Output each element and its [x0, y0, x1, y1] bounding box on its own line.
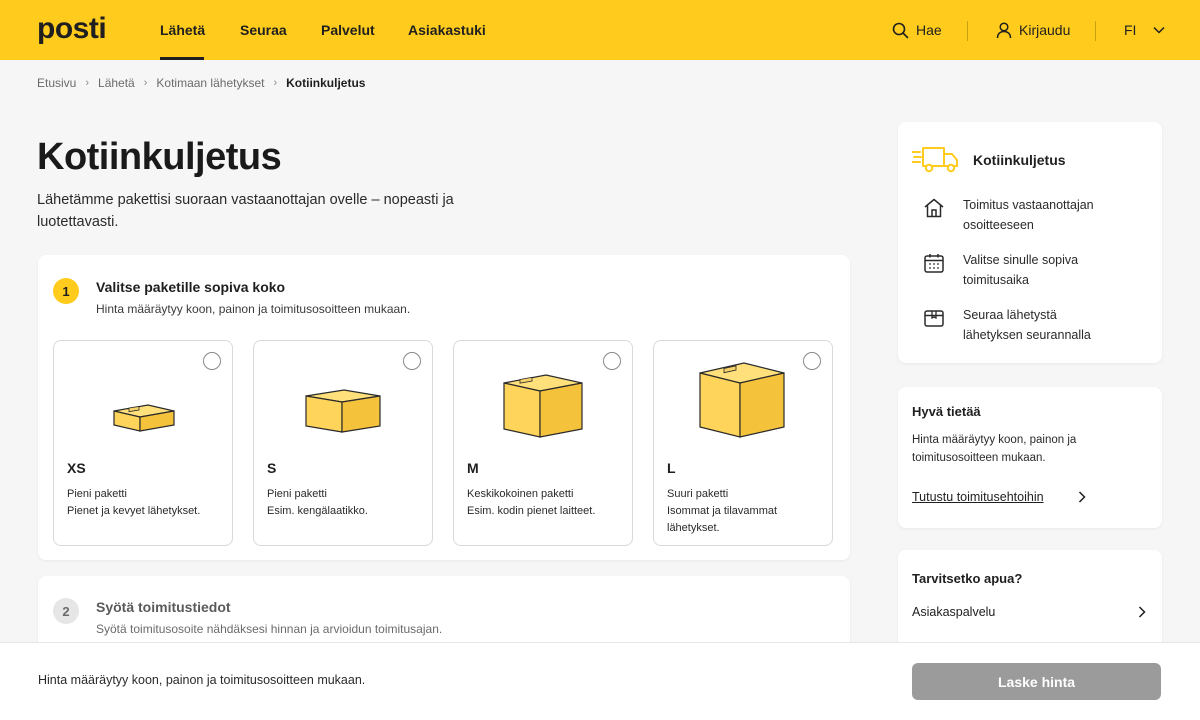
chevron-right-icon: ›	[273, 77, 278, 89]
size-option-m[interactable]: M Keskikokoinen paketti Esim. kodin pien…	[453, 340, 633, 546]
breadcrumb-link[interactable]: Kotimaan lähetykset	[156, 76, 264, 90]
search-button[interactable]: Hae	[892, 0, 942, 60]
step1-subtitle: Hinta määräytyy koon, painon ja toimitus…	[96, 302, 411, 316]
step2-title: Syötä toimitustiedot	[96, 599, 231, 615]
top-header: posti Lähetä Seuraa Palvelut Asiakastuki…	[0, 0, 1200, 60]
size-label: M	[467, 460, 479, 476]
nav-active-indicator	[160, 57, 204, 60]
package-icon	[924, 310, 944, 327]
step1-number: 1	[53, 278, 79, 304]
chevron-right-icon: ›	[143, 77, 148, 89]
feature-item: Valitse sinulle sopiva toimitusaika	[922, 250, 1113, 290]
chevron-right-icon: ›	[85, 77, 90, 89]
good-to-know-text: Hinta määräytyy koon, painon ja toimitus…	[912, 434, 1077, 464]
chevron-right-icon	[1138, 606, 1146, 618]
breadcrumb-link[interactable]: Etusivu	[37, 76, 76, 90]
size-label: L	[667, 460, 676, 476]
calculate-price-button[interactable]: Laske hinta	[912, 663, 1161, 700]
chevron-right-icon	[1078, 491, 1086, 503]
calendar-icon	[924, 254, 944, 273]
nav-item-laheta[interactable]: Lähetä	[160, 0, 205, 60]
step1-title: Valitse paketille sopiva koko	[96, 279, 286, 295]
nav-item-asiakastuki[interactable]: Asiakastuki	[408, 0, 486, 60]
language-selector[interactable]: FI	[1124, 0, 1165, 60]
size-description: Pieni paketti Esim. kengälaatikko.	[267, 488, 368, 517]
page-lead: Lähetämme pakettisi suoraan vastaanottaj…	[37, 192, 454, 230]
package-xs-icon	[113, 404, 175, 432]
bottom-bar: Hinta määräytyy koon, painon ja toimitus…	[0, 642, 1200, 720]
terms-link[interactable]: Tutustu toimitusehtoihin	[912, 490, 1086, 504]
package-s-icon	[305, 389, 381, 433]
breadcrumb: Etusivu › Lähetä › Kotimaan lähetykset ›…	[37, 76, 365, 90]
radio-button[interactable]	[403, 352, 421, 370]
feature-item: Toimitus vastaanottajan osoitteeseen	[922, 195, 1113, 235]
package-l-icon	[699, 362, 785, 438]
delivery-info-card: Kotiinkuljetus Toimitus vastaanottajan o…	[898, 122, 1162, 363]
good-to-know-title: Hyvä tietää	[912, 404, 981, 419]
radio-button[interactable]	[803, 352, 821, 370]
bottom-bar-text: Hinta määräytyy koon, painon ja toimitus…	[38, 673, 366, 687]
size-option-s[interactable]: S Pieni paketti Esim. kengälaatikko.	[253, 340, 433, 546]
chevron-down-icon	[1153, 26, 1165, 34]
header-divider	[967, 21, 968, 41]
breadcrumb-current: Kotiinkuljetus	[286, 76, 366, 90]
breadcrumb-link[interactable]: Lähetä	[98, 76, 135, 90]
package-m-icon	[503, 374, 583, 438]
page-title: Kotiinkuljetus	[37, 136, 282, 178]
help-card: Tarvitsetko apua? Asiakaspalvelu	[898, 550, 1162, 650]
radio-button[interactable]	[603, 352, 621, 370]
radio-button[interactable]	[203, 352, 221, 370]
help-title: Tarvitsetko apua?	[912, 571, 1023, 586]
size-description: Keskikokoinen paketti Esim. kodin pienet…	[467, 488, 596, 517]
step2-number: 2	[53, 598, 79, 624]
size-description: Pieni paketti Pienet ja kevyet lähetykse…	[67, 488, 201, 517]
info-card-title: Kotiinkuljetus	[973, 152, 1066, 168]
feature-item: Seuraa lähetystä lähetyksen seurannalla	[922, 305, 1113, 345]
header-divider	[1095, 21, 1096, 41]
user-icon	[996, 21, 1012, 38]
size-option-xs[interactable]: XS Pieni paketti Pienet ja kevyet lähety…	[53, 340, 233, 546]
step2-subtitle: Syötä toimitusosoite nähdäksesi hinnan j…	[96, 622, 443, 636]
posti-logo[interactable]: posti	[37, 14, 107, 44]
size-label: S	[267, 460, 277, 476]
login-button[interactable]: Kirjaudu	[996, 0, 1070, 60]
good-to-know-card: Hyvä tietää Hinta määräytyy koon, painon…	[898, 387, 1162, 528]
size-description: Suuri paketti Isommat ja tilavammat lähe…	[667, 488, 778, 534]
size-label: XS	[67, 460, 86, 476]
customer-service-link[interactable]: Asiakaspalvelu	[912, 605, 1146, 619]
nav-item-seuraa[interactable]: Seuraa	[240, 0, 287, 60]
nav-item-palvelut[interactable]: Palvelut	[321, 0, 375, 60]
home-icon	[924, 198, 944, 218]
delivery-truck-icon	[912, 147, 958, 173]
search-icon	[892, 22, 909, 38]
size-option-l[interactable]: L Suuri paketti Isommat ja tilavammat lä…	[653, 340, 833, 546]
